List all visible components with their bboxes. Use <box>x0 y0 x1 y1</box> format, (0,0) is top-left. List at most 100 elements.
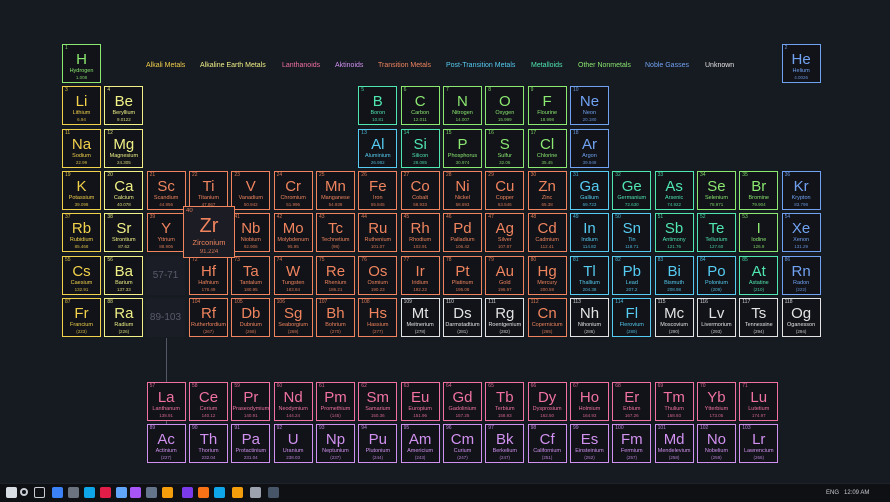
element-gadolinium[interactable]: 64 Gd Gadolinium 157.25 <box>442 382 482 421</box>
element-barium[interactable]: 56 Ba Barium 137.33 <box>104 255 144 295</box>
element-zinc[interactable]: 30 Zn Zinc 65.38 <box>527 170 567 210</box>
element-scandium[interactable]: 21 Sc Scandium 44.956 <box>146 170 186 210</box>
element-dubnium[interactable]: 105 Db Dubnium (268) <box>231 297 271 337</box>
legend-item-alkaline[interactable]: Alkaline Earth Metals <box>200 61 266 70</box>
element-technetium[interactable]: 43 Tc Technetium (98) <box>315 213 355 253</box>
element-sulfur[interactable]: 16 S Sulfur 32.06 <box>485 128 525 168</box>
edge-icon[interactable] <box>214 487 225 498</box>
element-yttrium[interactable]: 39 Y Yttrium 88.906 <box>146 213 186 253</box>
legend-item-noble[interactable]: Noble Gasses <box>645 61 689 70</box>
legend-item-actinoid[interactable]: Aktinoids <box>335 61 363 70</box>
element-lithium[interactable]: 3 Li Lithium 6.94 <box>62 86 101 126</box>
element-seaborgium[interactable]: 106 Sg Seaborgium (269) <box>273 297 313 337</box>
element-americium[interactable]: 95 Am Americium (243) <box>400 424 440 463</box>
element-manganese[interactable]: 25 Mn Manganese 54.938 <box>315 170 355 210</box>
element-palladium[interactable]: 46 Pd Palladium 106.42 <box>442 213 482 253</box>
element-thallium[interactable]: 81 Tl Thallium 204.38 <box>569 255 609 295</box>
steam-icon[interactable] <box>268 487 279 498</box>
legend-item-transition[interactable]: Transition Metals <box>378 61 431 70</box>
element-silver[interactable]: 47 Ag Silver 107.87 <box>485 213 525 253</box>
element-xenon[interactable]: 54 Xe Xenon 131.29 <box>781 213 821 253</box>
element-copernicium[interactable]: 112 Cn Copernicium (285) <box>527 297 567 337</box>
element-gallium[interactable]: 31 Ga Gallium 69.723 <box>569 170 609 210</box>
element-bromine[interactable]: 35 Br Bromine 79.904 <box>739 170 779 210</box>
element-cobalt[interactable]: 27 Co Cobalt 58.933 <box>400 170 440 210</box>
element-neon[interactable]: 10 Ne Neon 20.180 <box>569 86 609 126</box>
store-icon[interactable] <box>146 487 157 498</box>
legend-item-metalloid[interactable]: Metalloids <box>531 61 563 70</box>
element-dysprosium[interactable]: 66 Dy Dysprosium 162.50 <box>527 382 567 421</box>
element-germanium[interactable]: 32 Ge Germanium 72.630 <box>612 170 652 210</box>
element-arsenic[interactable]: 33 As Arsenic 74.922 <box>654 170 694 210</box>
element-actinium[interactable]: 89 Ac Actinium (227) <box>146 424 186 463</box>
element-fermium[interactable]: 100 Fm Fermium (257) <box>612 424 652 463</box>
element-rubidium[interactable]: 37 Rb Rubidium 85.468 <box>62 213 101 253</box>
photos-icon[interactable] <box>116 487 127 498</box>
element-nickel[interactable]: 28 Ni Nickel 58.693 <box>442 170 482 210</box>
hovered-element-zirconium[interactable]: 40 Zr Zirconium 91.224 <box>183 206 235 258</box>
element-cerium[interactable]: 58 Ce Cerium 140.12 <box>188 382 228 421</box>
element-radium[interactable]: 88 Ra Radium (226) <box>104 297 144 337</box>
element-caesium[interactable]: 55 Cs Caesium 132.91 <box>62 255 101 295</box>
legend-item-nonmetal[interactable]: Other Nonmetals <box>578 61 631 70</box>
element-samarium[interactable]: 62 Sm Samarium 150.36 <box>358 382 398 421</box>
element-hassium[interactable]: 108 Hs Hassium (277) <box>358 297 398 337</box>
element-flerovium[interactable]: 114 Fl Flerovium (289) <box>612 297 652 337</box>
element-protactinium[interactable]: 91 Pa Protactinium 231.04 <box>231 424 271 463</box>
element-rhodium[interactable]: 45 Rh Rhodium 102.91 <box>400 213 440 253</box>
element-aluminium[interactable]: 13 Al Aluminium 26.982 <box>358 128 398 168</box>
element-niobium[interactable]: 41 Nb Niobium 92.906 <box>231 213 271 253</box>
element-titanium[interactable]: 22 Ti Titanium 47.867 <box>188 170 228 210</box>
element-curium[interactable]: 96 Cm Curium (247) <box>442 424 482 463</box>
element-hafnium[interactable]: 72 Hf Hafnium 178.49 <box>188 255 228 295</box>
element-iron[interactable]: 26 Fe Iron 55.845 <box>358 170 398 210</box>
element-tungsten[interactable]: 74 W Tungsten 183.84 <box>273 255 313 295</box>
element-thulium[interactable]: 69 Tm Thulium 168.93 <box>654 382 694 421</box>
element-lanthanum[interactable]: 57 La Lanthanum 138.91 <box>146 382 186 421</box>
visual-studio-icon[interactable] <box>182 487 193 498</box>
element-radon[interactable]: 86 Rn Radon (222) <box>781 255 821 295</box>
element-selenium[interactable]: 34 Se Selenium 78.971 <box>696 170 736 210</box>
element-calcium[interactable]: 20 Ca Calcium 40.078 <box>104 170 144 210</box>
element-osmium[interactable]: 76 Os Osmium 190.23 <box>358 255 398 295</box>
element-nobelium[interactable]: 102 No Nobelium (259) <box>696 424 736 463</box>
element-sodium[interactable]: 11 Na Sodium 22.99 <box>62 128 101 168</box>
paint-icon[interactable] <box>162 487 173 498</box>
clock[interactable]: 12:09 AM <box>844 488 869 498</box>
element-bismuth[interactable]: 83 Bi Bismuth 208.98 <box>654 255 694 295</box>
element-indium[interactable]: 49 In Indium 114.82 <box>569 213 609 253</box>
element-carbon[interactable]: 6 C Carbon 12.011 <box>400 86 440 126</box>
terminal-icon[interactable] <box>68 487 79 498</box>
element-oganesson[interactable]: 118 Og Oganesson (294) <box>781 297 821 337</box>
element-molybdenum[interactable]: 42 Mo Molybdenum 95.95 <box>273 213 313 253</box>
element-einsteinium[interactable]: 99 Es Einsteinium (252) <box>569 424 609 463</box>
element-plutonium[interactable]: 94 Pu Plutonium (244) <box>358 424 398 463</box>
legend-item-alkali[interactable]: Alkali Metals <box>146 61 185 70</box>
element-chromium[interactable]: 24 Cr Chromium 51.996 <box>273 170 313 210</box>
chrome-icon[interactable] <box>232 487 243 498</box>
element-krypton[interactable]: 36 Kr Krypton 83.798 <box>781 170 821 210</box>
element-mendelevium[interactable]: 101 Md Mendelevium (258) <box>654 424 694 463</box>
element-chlorine[interactable]: 17 Cl Chlorine 35.45 <box>527 128 567 168</box>
element-mercury[interactable]: 80 Hg Mercury 200.59 <box>527 255 567 295</box>
element-strontium[interactable]: 38 Sr Strontium 87.62 <box>104 213 144 253</box>
todo-icon[interactable] <box>52 487 63 498</box>
element-tellurium[interactable]: 52 Te Tellurium 127.60 <box>696 213 736 253</box>
element-antimony[interactable]: 51 Sb Antimony 121.76 <box>654 213 694 253</box>
element-flourine[interactable]: 9 F Flourine 18.998 <box>527 86 567 126</box>
chat-icon[interactable] <box>130 487 141 498</box>
element-oxygen[interactable]: 8 O Oxygen 15.999 <box>485 86 525 126</box>
element-europium[interactable]: 63 Eu Europium 151.96 <box>400 382 440 421</box>
element-magnesium[interactable]: 12 Mg Magnesium 24.305 <box>104 128 144 168</box>
element-iridium[interactable]: 77 Ir Iridium 192.22 <box>400 255 440 295</box>
element-holmium[interactable]: 67 Ho Holmium 164.93 <box>569 382 609 421</box>
element-tantalum[interactable]: 73 Ta Tantalum 180.95 <box>231 255 271 295</box>
element-lawrencium[interactable]: 103 Lr Lawrencium (266) <box>739 424 779 463</box>
element-potassium[interactable]: 19 K Potassium 39.098 <box>62 170 101 210</box>
element-bohrium[interactable]: 107 Bh Bohrium (270) <box>315 297 355 337</box>
element-neptunium[interactable]: 93 Np Neptunium (237) <box>315 424 355 463</box>
element-californium[interactable]: 98 Cf Californium (251) <box>527 424 567 463</box>
element-argon[interactable]: 18 Ar Argon 39.948 <box>569 128 609 168</box>
element-neodymium[interactable]: 60 Nd Neodymium 144.24 <box>273 382 313 421</box>
settings-icon[interactable] <box>250 487 261 498</box>
